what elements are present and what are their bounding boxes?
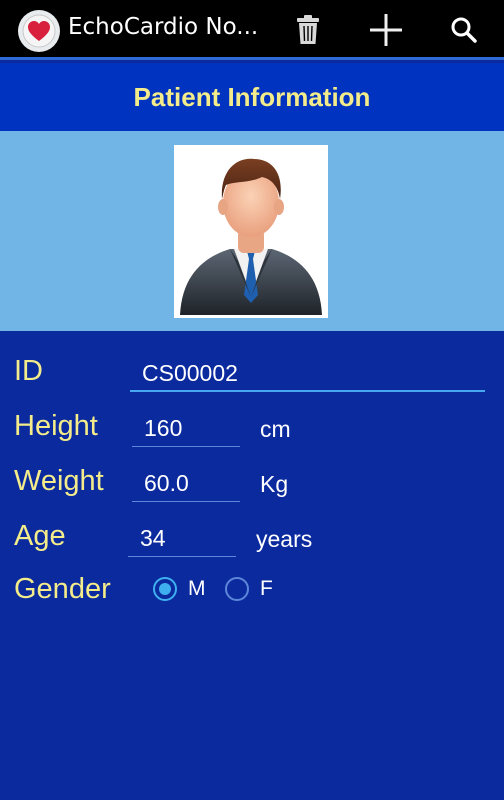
app-title: EchoCardio No... bbox=[68, 14, 259, 40]
page-title: Patient Information bbox=[133, 81, 371, 112]
photo-section bbox=[0, 131, 504, 331]
delete-button[interactable] bbox=[286, 8, 330, 52]
gender-male-label[interactable]: M bbox=[188, 577, 206, 601]
search-icon bbox=[451, 17, 477, 43]
gender-female-label[interactable]: F bbox=[260, 577, 273, 601]
patient-avatar-icon bbox=[180, 158, 322, 315]
weight-unit: Kg bbox=[260, 471, 289, 497]
height-label: Height bbox=[14, 410, 98, 442]
id-field[interactable]: CS00002 bbox=[130, 356, 485, 392]
plus-icon bbox=[370, 14, 402, 46]
gender-female-radio[interactable] bbox=[225, 577, 249, 601]
patient-photo[interactable] bbox=[174, 145, 328, 318]
age-field[interactable]: 34 bbox=[128, 521, 236, 557]
action-bar: EchoCardio No... bbox=[0, 0, 504, 60]
height-field[interactable]: 160 bbox=[132, 411, 240, 447]
id-label: ID bbox=[14, 355, 43, 387]
weight-field[interactable]: 60.0 bbox=[132, 466, 240, 502]
age-label: Age bbox=[14, 520, 66, 552]
height-unit: cm bbox=[260, 416, 291, 442]
add-button[interactable] bbox=[364, 8, 408, 52]
age-unit: years bbox=[256, 526, 313, 552]
trash-icon bbox=[297, 15, 319, 44]
page-header: Patient Information bbox=[0, 63, 504, 131]
gender-label: Gender bbox=[14, 573, 111, 605]
search-button[interactable] bbox=[442, 8, 486, 52]
gender-male-radio[interactable] bbox=[153, 577, 177, 601]
weight-label: Weight bbox=[14, 465, 104, 497]
heart-icon[interactable] bbox=[18, 10, 60, 52]
